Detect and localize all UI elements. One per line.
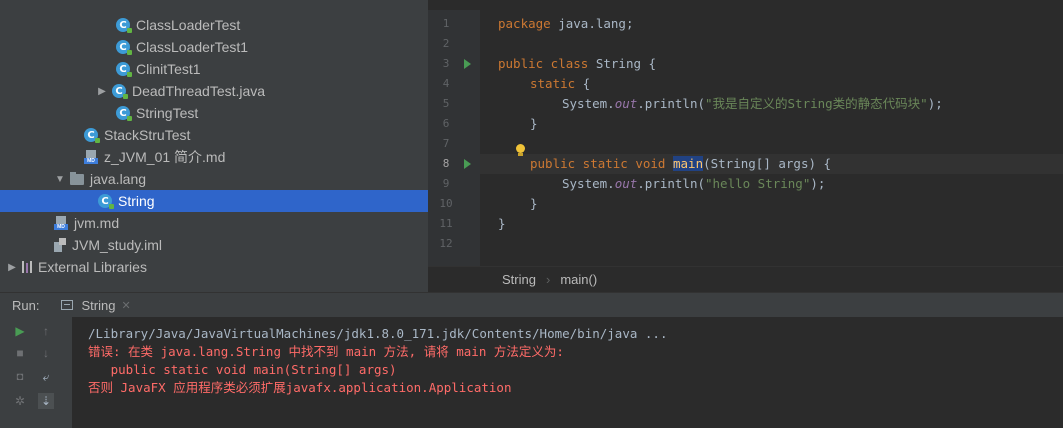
editor-top-strip (428, 0, 1063, 10)
class-icon: C (116, 62, 132, 77)
code-line-1[interactable]: package java.lang; (498, 14, 633, 34)
scroll-down-icon[interactable]: ↓ (38, 345, 54, 361)
code-line-11[interactable]: } (498, 214, 506, 234)
tree-item-label: jvm.md (74, 215, 120, 231)
library-icon (22, 261, 32, 273)
code-line-8[interactable]: public static void main(String[] args) { (530, 154, 831, 174)
lightbulb-icon[interactable] (516, 144, 525, 156)
scroll-to-end-icon[interactable]: ⇣ (38, 393, 54, 409)
tree-item-label: String (118, 193, 155, 209)
class-icon: C (84, 128, 100, 143)
camera-icon[interactable]: ◘ (12, 369, 28, 385)
line-number: 4 (442, 77, 450, 90)
soft-wrap-icon[interactable]: ⤶ (38, 369, 54, 385)
code-editor[interactable]: package java.lang; public class String {… (480, 10, 1063, 266)
tree-item-external-libraries[interactable]: ▶ External Libraries (0, 256, 434, 278)
line-number: 12 (439, 237, 453, 250)
module-file-icon (54, 238, 66, 252)
tree-item-label: z_JVM_01 简介.md (104, 149, 226, 165)
tree-item-label: java.lang (90, 171, 147, 187)
stop-icon[interactable]: ■ (12, 345, 28, 361)
chevron-right-icon[interactable]: ▶ (6, 262, 18, 273)
code-line-6[interactable]: } (530, 114, 538, 134)
markdown-file-icon: MD (54, 216, 68, 230)
breadcrumb-separator-icon: › (545, 272, 551, 287)
tree-item-label: ClassLoaderTest (136, 17, 241, 33)
line-number: 9 (442, 177, 450, 190)
line-number: 11 (439, 217, 453, 230)
breadcrumb-item-class[interactable]: String (502, 272, 536, 287)
class-icon: C (98, 194, 114, 209)
class-icon: C (116, 106, 132, 121)
rerun-icon[interactable]: ▶ (12, 323, 28, 339)
run-tool-window-header: Run: String ✕ (0, 292, 1063, 317)
breadcrumb-item-method[interactable]: main() (560, 272, 597, 287)
class-icon: C (112, 84, 128, 99)
code-line-5[interactable]: System.out.println("我是自定义的String类的静态代码块"… (562, 94, 943, 114)
run-label: Run: (12, 297, 40, 313)
console-output[interactable]: /Library/Java/JavaVirtualMachines/jdk1.8… (72, 317, 1063, 428)
tree-item-label: DeadThreadTest.java (132, 83, 266, 99)
chevron-down-icon[interactable]: ▼ (54, 174, 66, 185)
tree-item-label: JVM_study.iml (72, 237, 162, 253)
tree-item-jvm-study-iml[interactable]: JVM_study.iml (0, 234, 482, 256)
top-strip (0, 0, 1063, 10)
breadcrumb: String › main() (428, 266, 1063, 292)
run-toolbar: ▶ ↑ ■ ↓ ◘ ⤶ ✲ ⇣ (0, 317, 72, 428)
line-number: 7 (442, 137, 450, 150)
run-class-icon[interactable] (464, 59, 471, 69)
line-number: 5 (442, 97, 450, 110)
line-number: 10 (439, 197, 453, 210)
code-line-10[interactable]: } (530, 194, 538, 214)
console-line: /Library/Java/JavaVirtualMachines/jdk1.8… (88, 326, 668, 341)
line-number: 3 (442, 57, 450, 70)
tree-item-jvm-md[interactable]: MD jvm.md (0, 212, 482, 234)
console-icon (61, 300, 74, 310)
markdown-file-icon: MD (84, 150, 98, 164)
line-number: 8 (442, 157, 450, 170)
tree-item-java-lang[interactable]: ▼ java.lang (0, 168, 482, 190)
package-folder-icon (70, 171, 84, 185)
project-tree[interactable]: C ClassLoaderTest C ClassLoaderTest1 C C… (0, 10, 526, 292)
scroll-up-icon[interactable]: ↑ (38, 323, 54, 339)
class-icon: C (116, 18, 132, 33)
line-number: 6 (442, 117, 450, 130)
settings-icon[interactable]: ✲ (12, 393, 28, 409)
code-line-9[interactable]: System.out.println("hello String"); (562, 174, 825, 194)
class-icon: C (116, 40, 132, 55)
tree-item-label: ClassLoaderTest1 (136, 39, 249, 55)
run-main-icon[interactable] (464, 159, 471, 169)
line-number: 2 (442, 37, 450, 50)
tree-item-label: External Libraries (38, 259, 147, 275)
close-icon[interactable]: ✕ (121, 299, 130, 312)
console-line: public static void main(String[] args) (88, 362, 397, 377)
tree-item-label: ClinitTest1 (136, 61, 201, 77)
chevron-right-icon[interactable]: ▶ (96, 86, 108, 97)
run-tab-label: String (81, 297, 116, 313)
code-line-3[interactable]: public class String { (498, 54, 656, 74)
console-line: 否则 JavaFX 应用程序类必须扩展javafx.application.Ap… (88, 380, 512, 395)
editor-gutter[interactable]: 1 2 3 4 5 6 7 8 9 10 11 12 (428, 10, 480, 266)
tree-item-label: StackStruTest (104, 127, 191, 143)
code-line-4[interactable]: static { (530, 74, 590, 94)
line-number: 1 (442, 17, 450, 30)
console-line: 错误: 在类 java.lang.String 中找不到 main 方法, 请将… (88, 344, 564, 359)
run-tab-string[interactable]: String ✕ (61, 297, 131, 313)
tree-item-label: StringTest (136, 105, 199, 121)
